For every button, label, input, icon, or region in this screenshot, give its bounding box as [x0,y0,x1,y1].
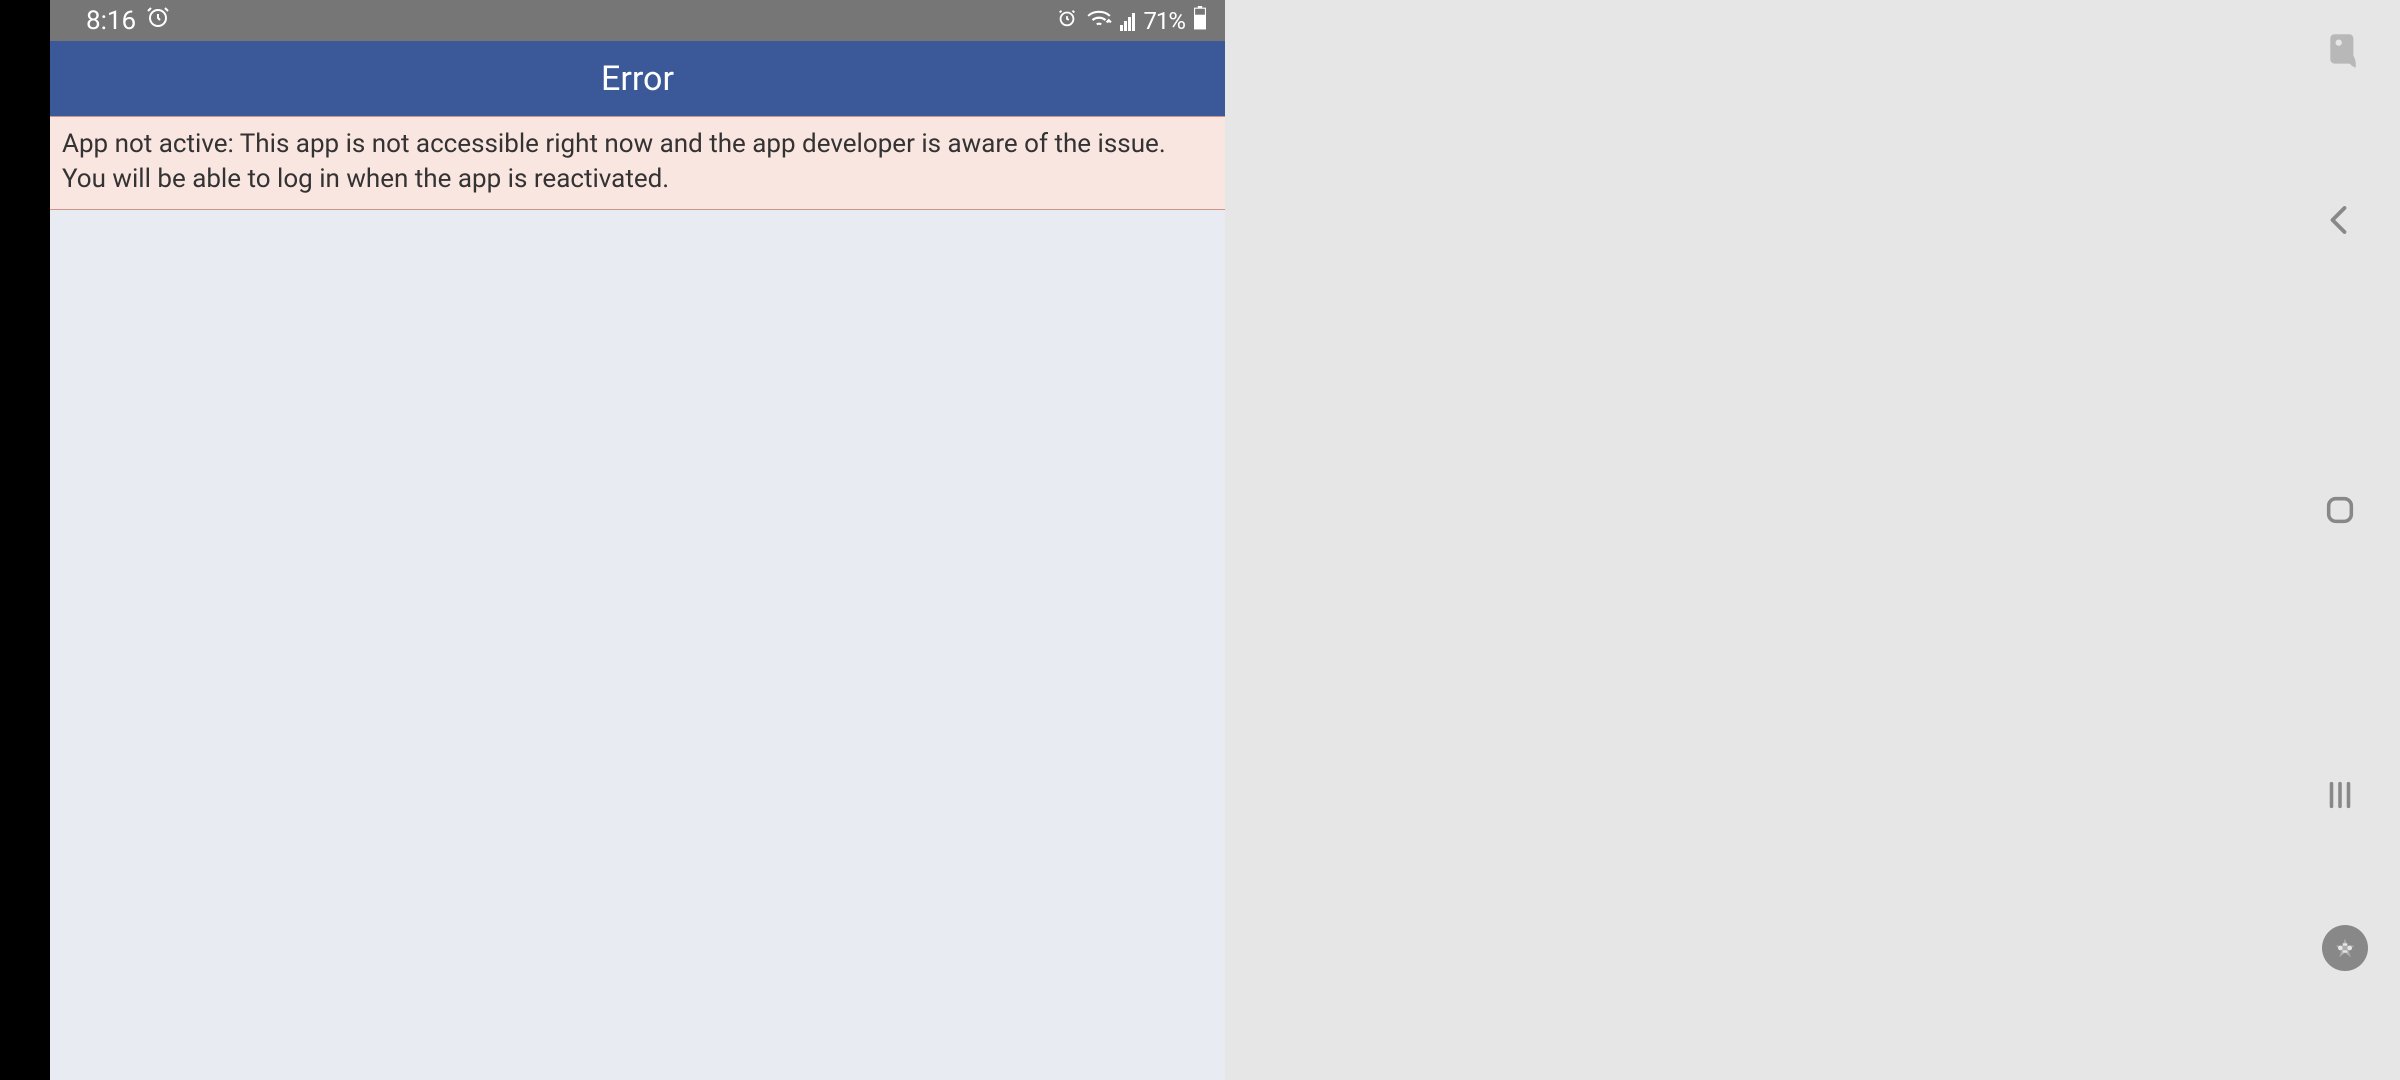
page-title: Error [601,59,674,99]
battery-icon [1193,6,1207,36]
android-status-bar[interactable]: 8:16 [50,0,1225,41]
battery-percent: 71% [1143,7,1185,35]
nav-recents-button[interactable] [2320,775,2360,815]
floating-game-icon[interactable] [2322,925,2368,971]
error-banner: App not active: This app is not accessib… [50,116,1225,210]
left-black-bar [0,0,50,1080]
app-header: Error [50,41,1225,116]
content-area [50,210,1225,1080]
alarm-icon [146,5,170,36]
signal-icon [1120,11,1135,31]
error-message: App not active: This app is not accessib… [62,129,1166,194]
nav-back-button[interactable] [2320,200,2360,240]
nav-home-button[interactable] [2320,490,2360,530]
status-bar-left: 8:16 [86,5,170,36]
alarm-icon-small [1056,7,1078,35]
wifi-icon [1086,7,1112,35]
floating-assistant-icon[interactable] [2322,28,2368,74]
phone-screen: 8:16 [50,0,1225,1080]
status-time: 8:16 [86,6,136,36]
status-bar-right: 71% [1056,6,1207,36]
android-nav-sidebar [1225,0,2400,1080]
